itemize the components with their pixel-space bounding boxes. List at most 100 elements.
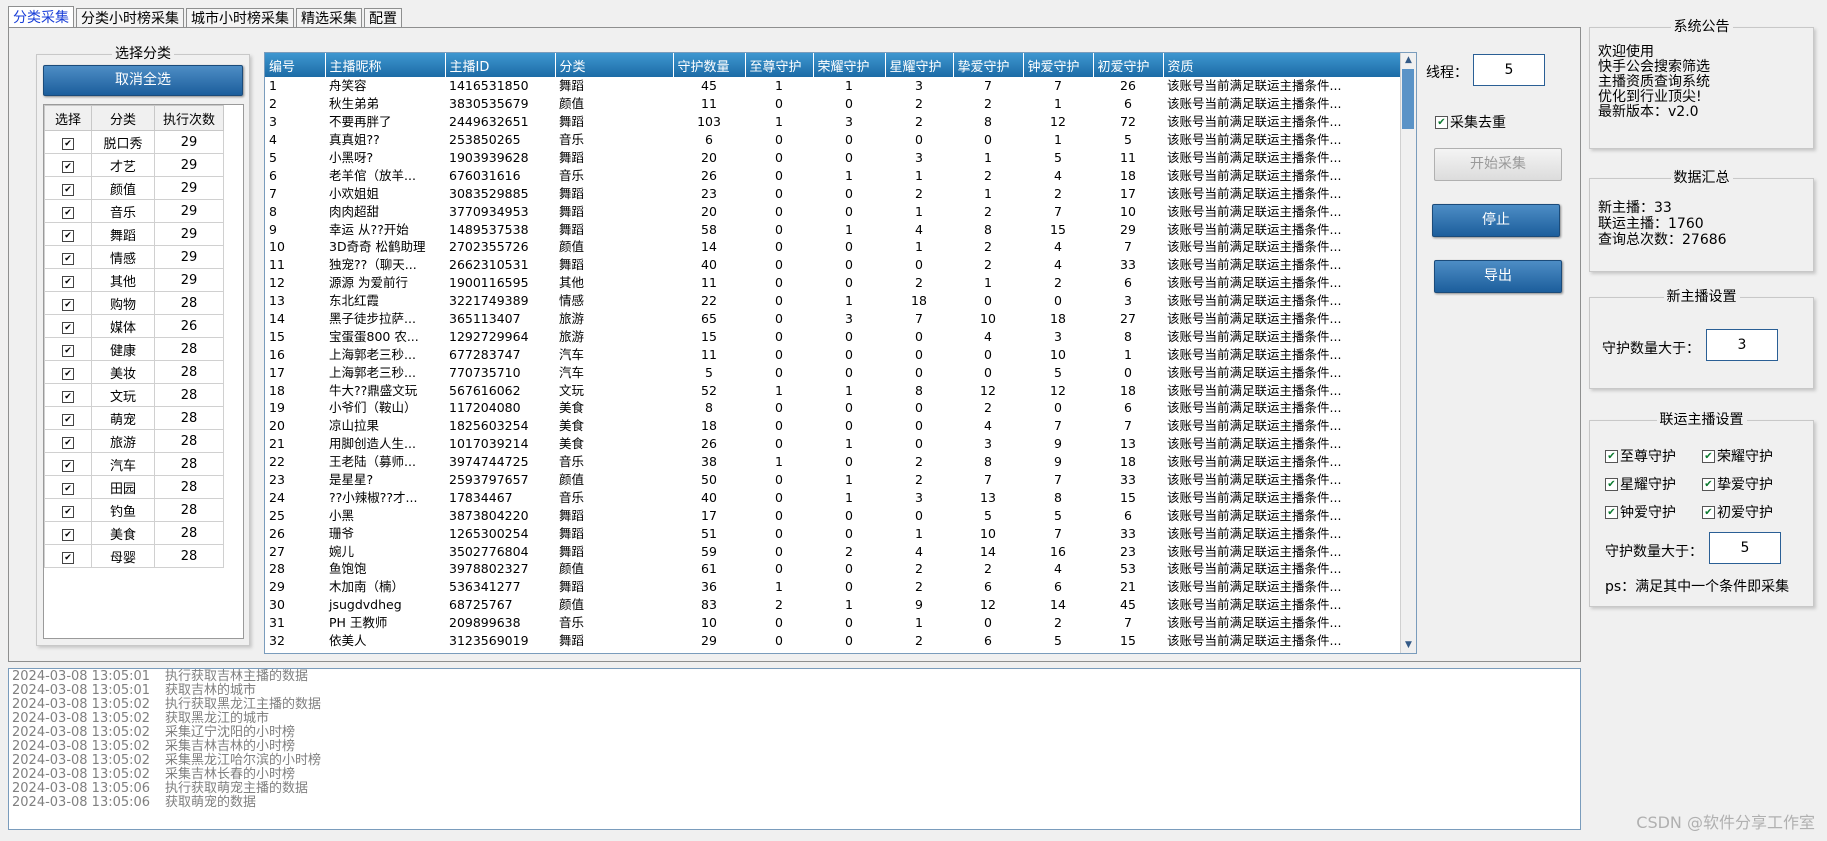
- grid-header-cell[interactable]: 主播昵称: [325, 53, 446, 77]
- table-row[interactable]: 27 婉儿 3502776804 舞蹈 59 0 2 4 14 16 23 该账号当前满足联运主播条件…: [265, 542, 1401, 560]
- grid-header-cell[interactable]: 主播ID: [445, 53, 556, 77]
- check-supreme-guard[interactable]: ✔ 至尊守护: [1605, 446, 1676, 466]
- category-select-cell[interactable]: ✔: [44, 429, 92, 453]
- grid-header-cell[interactable]: 初爱守护: [1093, 53, 1164, 77]
- tab-city-hourly[interactable]: 城市小时榜采集: [186, 8, 294, 29]
- grid-header-cell[interactable]: 星耀守护: [885, 53, 954, 77]
- deselect-all-button[interactable]: 取消全选: [43, 65, 243, 96]
- checkbox-checked-icon[interactable]: ✔: [62, 206, 74, 219]
- joint-anchor-threshold-input[interactable]: 5: [1709, 532, 1781, 564]
- checkbox-checked-icon[interactable]: ✔: [62, 321, 74, 334]
- category-row[interactable]: ✔ 旅游 28: [44, 429, 224, 453]
- table-row[interactable]: 26 珊爷 1265300254 舞蹈 51 0 0 1 10 7 33 该账号当前满足联运主播条件.…: [265, 524, 1401, 542]
- table-row[interactable]: 3 不要再胖了 2449632651 舞蹈 103 1 3 2 8 12 72 该账号当前满足联运主播…: [265, 113, 1401, 131]
- category-row[interactable]: ✔ 美妆 28: [44, 360, 224, 384]
- table-row[interactable]: 7 小欢姐姐 3083529885 舞蹈 23 0 0 2 1 2 17 该账号当前满足联运主播条件.…: [265, 184, 1401, 202]
- table-row[interactable]: 23 是星星? 2593797657 颜值 50 0 1 2 7 7 33 该账号当前满足联运主播条件…: [265, 471, 1401, 489]
- category-row[interactable]: ✔ 才艺 29: [44, 153, 224, 177]
- grid-header-cell[interactable]: 钟爱守护: [1023, 53, 1094, 77]
- scroll-up-icon[interactable]: ▲: [1401, 53, 1416, 68]
- category-row[interactable]: ✔ 其他 29: [44, 268, 224, 292]
- table-row[interactable]: 31 PH 王教师 209899638 音乐 10 0 0 1 0 2 7 该账号当前满足联运主播条件…: [265, 614, 1401, 632]
- category-select-cell[interactable]: ✔: [44, 498, 92, 522]
- checkbox-checked-icon[interactable]: ✔: [62, 298, 74, 311]
- grid-header-cell[interactable]: 挚爱守护: [953, 53, 1024, 77]
- table-row[interactable]: 20 凉山拉果 1825603254 美食 18 0 0 0 4 7 7 该账号当前满足联运主播条件.…: [265, 417, 1401, 435]
- dedupe-checkbox[interactable]: ✔ 采集去重: [1435, 112, 1506, 132]
- category-row[interactable]: ✔ 音乐 29: [44, 199, 224, 223]
- category-select-cell[interactable]: ✔: [44, 245, 92, 269]
- check-star-guard[interactable]: ✔ 星耀守护: [1605, 474, 1676, 494]
- checkbox-checked-icon[interactable]: ✔: [62, 367, 74, 380]
- table-row[interactable]: 21 用脚创造人生... 1017039214 美食 26 0 1 0 3 9 13 该账号当前满足联…: [265, 435, 1401, 453]
- category-select-cell[interactable]: ✔: [44, 314, 92, 338]
- table-row[interactable]: 15 宝蛋蛋800 农... 1292729964 旅游 15 0 0 0 4 3 8 该账号当前满足…: [265, 327, 1401, 345]
- table-row[interactable]: 1 舟笑容 1416531850 舞蹈 45 1 1 3 7 7 26 该账号当前满足联运主播条件..…: [265, 77, 1401, 95]
- table-row[interactable]: 5 小黑呀? 1903939628 舞蹈 20 0 0 3 1 5 11 该账号当前满足联运主播条件.…: [265, 149, 1401, 167]
- checkbox-checked-icon[interactable]: ✔: [62, 390, 74, 403]
- checkbox-checked-icon[interactable]: ✔: [62, 137, 74, 150]
- table-row[interactable]: 30 jsugdvdheg 68725767 颜值 83 2 1 9 12 14 45 该账号当前满足…: [265, 596, 1401, 614]
- category-row[interactable]: ✔ 健康 28: [44, 337, 224, 361]
- grid-header-cell[interactable]: 资质: [1163, 53, 1402, 77]
- category-row[interactable]: ✔ 购物 28: [44, 291, 224, 315]
- stop-button[interactable]: 停止: [1432, 204, 1560, 237]
- category-select-cell[interactable]: ✔: [44, 153, 92, 177]
- table-row[interactable]: 8 肉肉超甜 3770934953 舞蹈 20 0 0 1 2 7 10 该账号当前满足联运主播条件.…: [265, 202, 1401, 220]
- category-row[interactable]: ✔ 媒体 26: [44, 314, 224, 338]
- table-row[interactable]: 6 老羊倌（放羊... 676031616 音乐 26 0 1 1 2 4 18 该账号当前满足联运主…: [265, 166, 1401, 184]
- check-first-love-guard[interactable]: ✔ 初爱守护: [1702, 502, 1773, 522]
- category-select-cell[interactable]: ✔: [44, 452, 92, 476]
- category-select-cell[interactable]: ✔: [44, 199, 92, 223]
- check-glory-guard[interactable]: ✔ 荣耀守护: [1702, 446, 1773, 466]
- category-row[interactable]: ✔ 情感 29: [44, 245, 224, 269]
- grid-header-cell[interactable]: 至尊守护: [745, 53, 814, 77]
- export-button[interactable]: 导出: [1434, 260, 1562, 293]
- category-row[interactable]: ✔ 颜值 29: [44, 176, 224, 200]
- checkbox-checked-icon[interactable]: ✔: [62, 160, 74, 173]
- new-anchor-threshold-input[interactable]: 3: [1706, 329, 1778, 361]
- category-select-cell[interactable]: ✔: [44, 268, 92, 292]
- category-select-cell[interactable]: ✔: [44, 176, 92, 200]
- table-row[interactable]: 12 源源 为爱前行 1900116595 其他 11 0 0 2 1 2 6 该账号当前满足联运主播…: [265, 274, 1401, 292]
- table-row[interactable]: 28 鱼饱饱 3978802327 颜值 61 0 0 2 2 4 53 该账号当前满足联运主播条件.…: [265, 560, 1401, 578]
- category-select-cell[interactable]: ✔: [44, 475, 92, 499]
- category-row[interactable]: ✔ 文玩 28: [44, 383, 224, 407]
- grid-header-cell[interactable]: 荣耀守护: [813, 53, 886, 77]
- scroll-down-icon[interactable]: ▼: [1401, 638, 1416, 653]
- table-row[interactable]: 9 幸运 从??开始 1489537538 舞蹈 58 0 1 4 8 15 29 该账号当前满足联运…: [265, 220, 1401, 238]
- table-row[interactable]: 29 木加南（楠） 536341277 舞蹈 36 1 0 2 6 6 21 该账号当前满足联运主播条…: [265, 578, 1401, 596]
- tab-category-hourly[interactable]: 分类小时榜采集: [76, 8, 184, 29]
- checkbox-checked-icon[interactable]: ✔: [62, 344, 74, 357]
- tab-featured-collect[interactable]: 精选采集: [296, 8, 362, 29]
- table-row[interactable]: 16 上海郭老三秒... 677283747 汽车 11 0 0 0 0 10 1 该账号当前满足联运…: [265, 345, 1401, 363]
- category-row[interactable]: ✔ 汽车 28: [44, 452, 224, 476]
- category-select-cell[interactable]: ✔: [44, 544, 92, 568]
- table-row[interactable]: 4 真真姐?? 253850265 音乐 6 0 0 0 0 1 5 该账号当前满足联运主播条件...: [265, 131, 1401, 149]
- start-collect-button[interactable]: 开始采集: [1434, 148, 1562, 181]
- table-row[interactable]: 10 3D奇奇 松鹤助理 2702355726 颜值 14 0 0 1 2 4 7 该账号当前满足联运…: [265, 238, 1401, 256]
- category-row[interactable]: ✔ 田园 28: [44, 475, 224, 499]
- checkbox-checked-icon[interactable]: ✔: [62, 275, 74, 288]
- checkbox-checked-icon[interactable]: ✔: [62, 436, 74, 449]
- checkbox-checked-icon[interactable]: ✔: [62, 505, 74, 518]
- category-row[interactable]: ✔ 美食 28: [44, 521, 224, 545]
- table-row[interactable]: 19 小爷们（鞍山） 117204080 美食 8 0 0 0 2 0 6 该账号当前满足联运主播条件…: [265, 399, 1401, 417]
- category-select-cell[interactable]: ✔: [44, 222, 92, 246]
- tab-config[interactable]: 配置: [364, 8, 402, 29]
- checkbox-checked-icon[interactable]: ✔: [62, 528, 74, 541]
- table-row[interactable]: 32 依美人 3123569019 舞蹈 29 0 0 2 6 5 15 该账号当前满足联运主播条件.…: [265, 632, 1401, 650]
- grid-header-cell[interactable]: 分类: [555, 53, 674, 77]
- category-row[interactable]: ✔ 脱口秀 29: [44, 130, 224, 154]
- category-row[interactable]: ✔ 母婴 28: [44, 544, 224, 568]
- category-select-cell[interactable]: ✔: [44, 360, 92, 384]
- category-row[interactable]: ✔ 钓鱼 28: [44, 498, 224, 522]
- grid-vertical-scrollbar[interactable]: ▲ ▼: [1400, 53, 1416, 653]
- grid-header-cell[interactable]: 守护数量: [673, 53, 746, 77]
- check-favor-guard[interactable]: ✔ 钟爱守护: [1605, 502, 1676, 522]
- checkbox-checked-icon[interactable]: ✔: [62, 229, 74, 242]
- table-row[interactable]: 11 独宠??（聊天... 2662310531 舞蹈 40 0 0 0 2 4 33 该账号当前满足…: [265, 256, 1401, 274]
- checkbox-checked-icon[interactable]: ✔: [62, 459, 74, 472]
- category-select-cell[interactable]: ✔: [44, 130, 92, 154]
- category-select-cell[interactable]: ✔: [44, 383, 92, 407]
